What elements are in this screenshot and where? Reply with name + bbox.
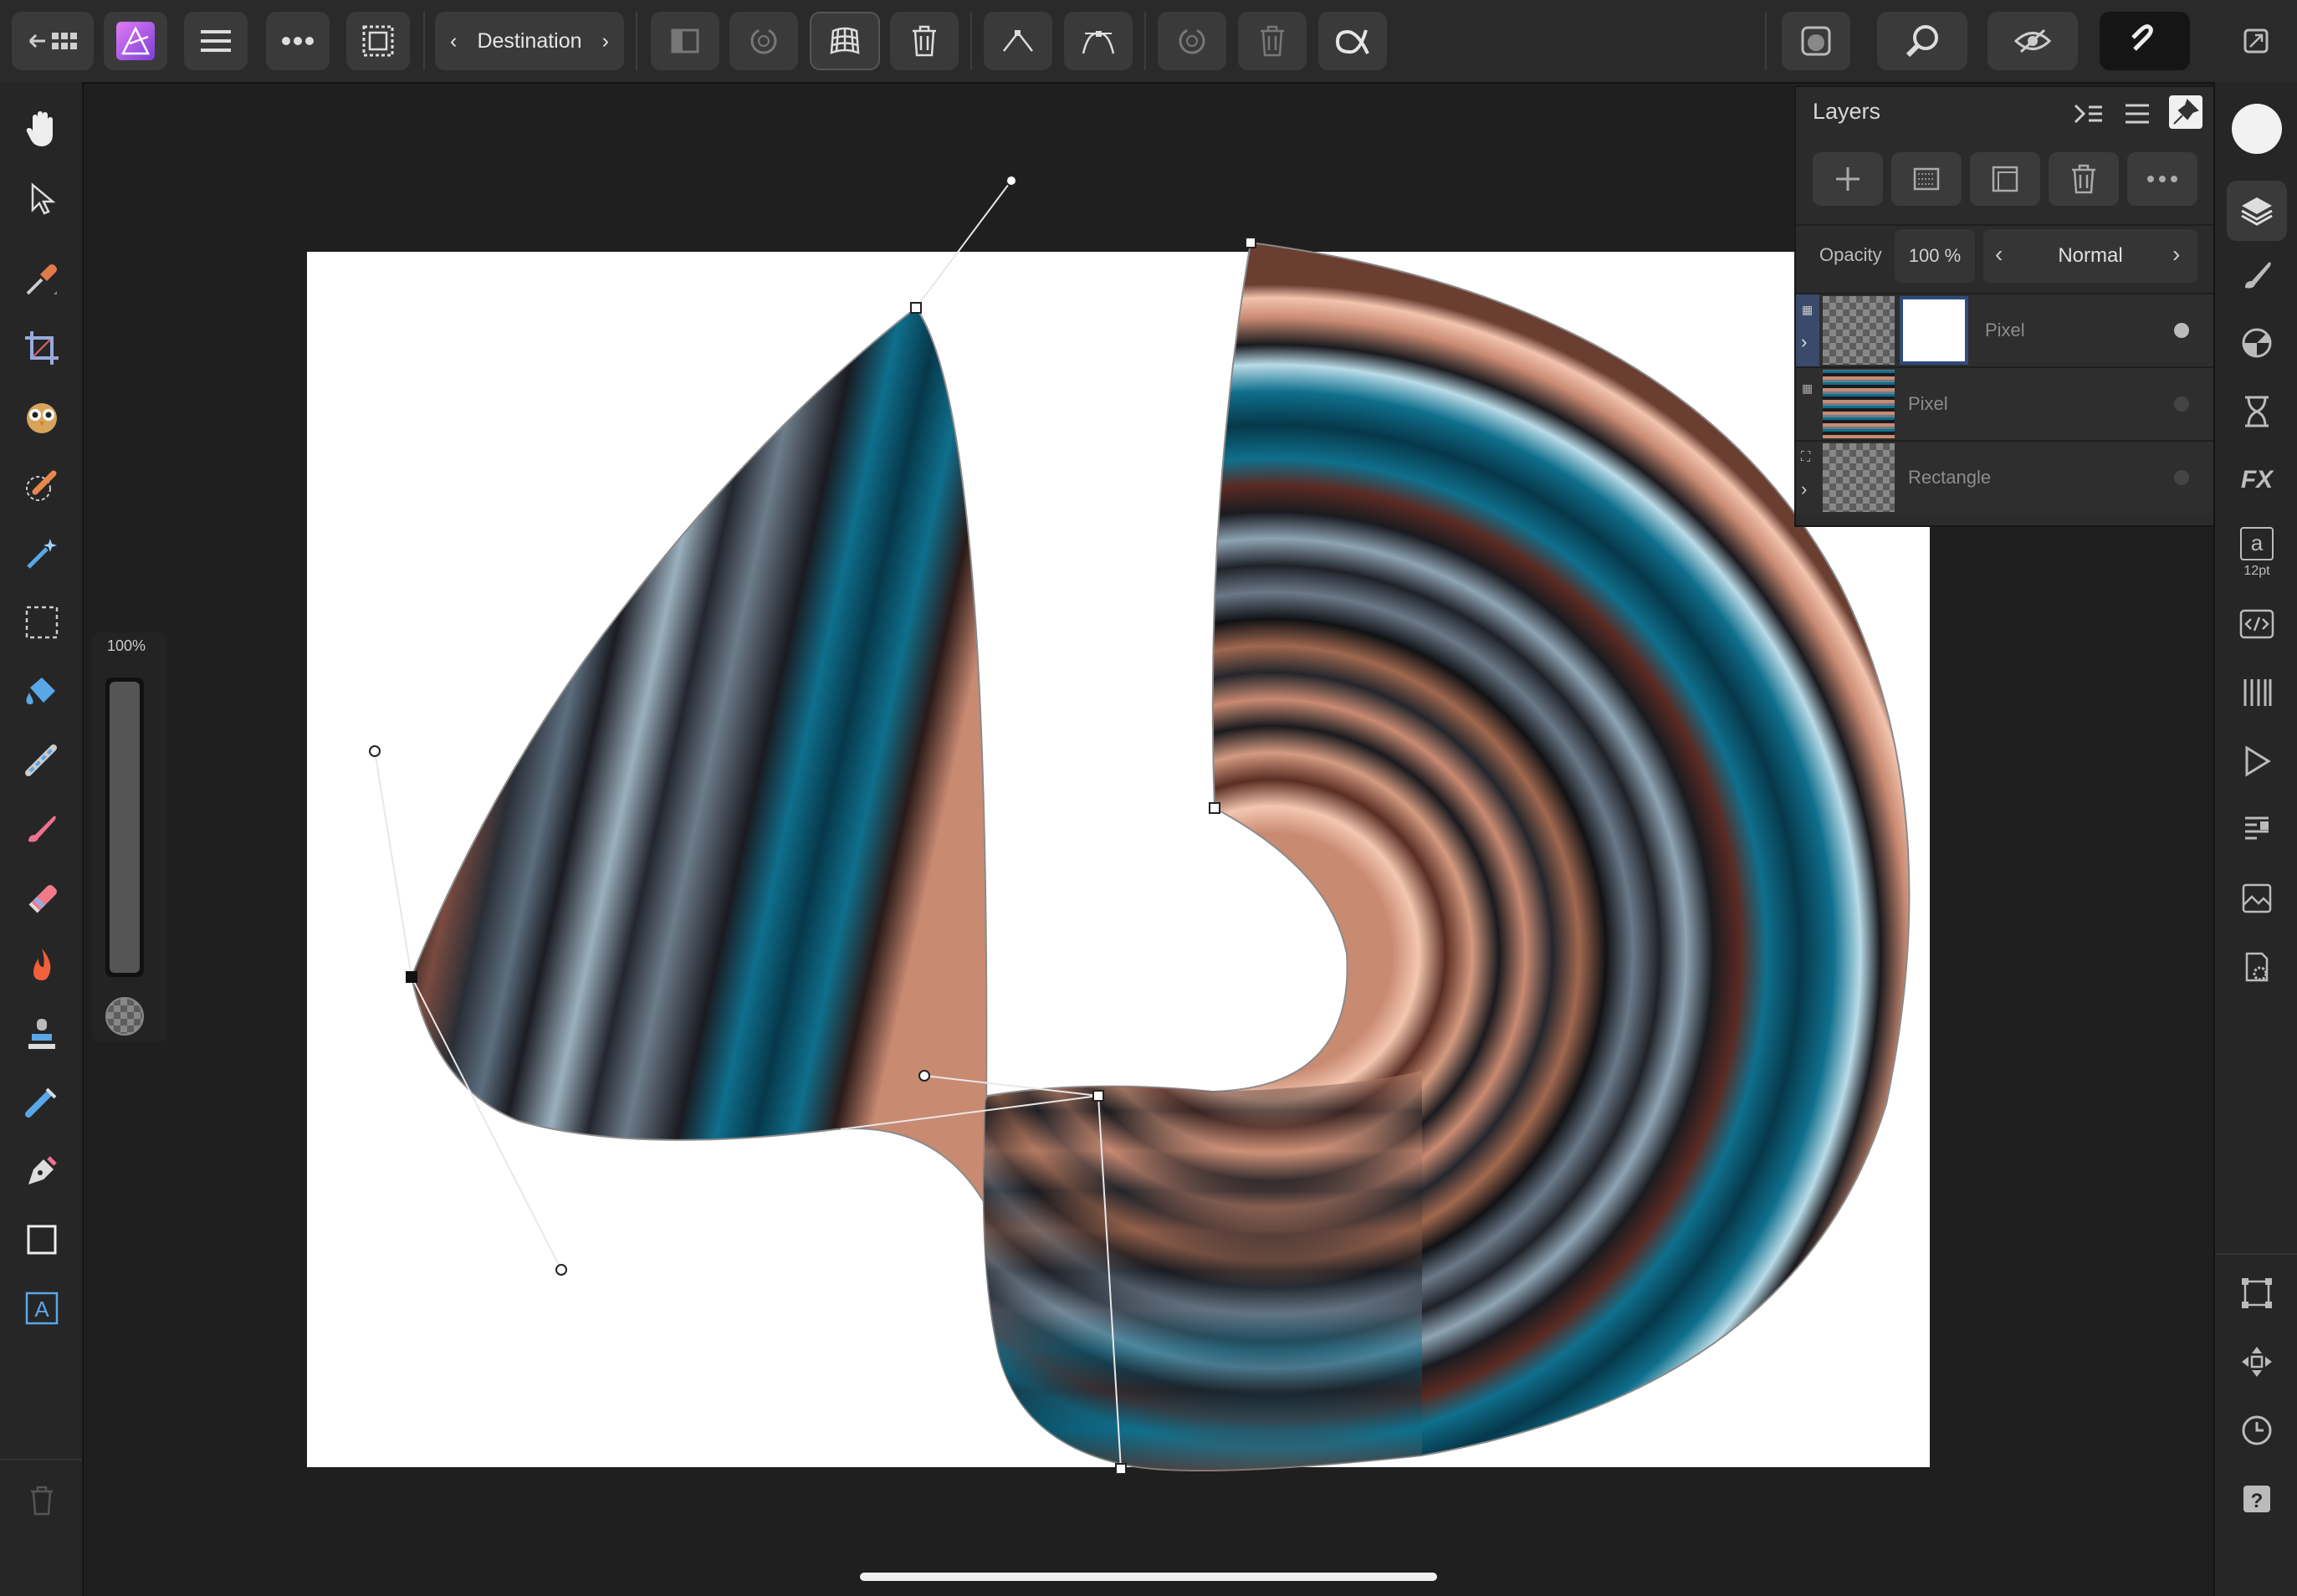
snippets-studio-button[interactable] [2232, 599, 2282, 649]
help-button[interactable]: ? [2232, 1474, 2282, 1524]
ellipsis-icon [2147, 176, 2177, 182]
layer-name: Rectangle [1908, 467, 1992, 488]
layer-name: Pixel [1908, 393, 1948, 414]
layers-studio-button[interactable] [2227, 181, 2287, 241]
expand-chevron-icon[interactable]: › [1801, 478, 1807, 500]
brushes-studio-button[interactable] [2232, 249, 2282, 299]
mesh-node[interactable] [1209, 802, 1220, 814]
layer-options-button[interactable] [2127, 152, 2197, 206]
mesh-node[interactable] [910, 302, 922, 314]
layer-thumbnail [1823, 443, 1895, 512]
navigator-studio-button[interactable] [2232, 805, 2282, 855]
layers-title: Layers [1813, 99, 1881, 124]
layer-mask-thumbnail [1900, 296, 1968, 365]
layer-name: Pixel [1985, 320, 2025, 340]
mesh-node[interactable] [1092, 1090, 1104, 1102]
settings-studio-button[interactable] [2232, 942, 2282, 992]
text-size-label: 12pt [2243, 564, 2270, 578]
mesh-node[interactable] [1115, 1463, 1127, 1475]
panel-collapse-icon [2074, 104, 2102, 124]
mesh-node[interactable] [1245, 237, 1256, 248]
transform-bounding-icon [2242, 1278, 2272, 1308]
visibility-toggle[interactable] [2174, 470, 2189, 485]
add-mask-button[interactable] [1891, 152, 1962, 206]
play-icon [2245, 745, 2271, 777]
text-glyph: a [2240, 527, 2274, 560]
stock-studio-button[interactable] [2232, 873, 2282, 923]
layer-thumbnail [1823, 370, 1895, 438]
layer-row[interactable]: ▦ Pixel [1796, 366, 2214, 440]
fx-studio-button[interactable]: FX [2232, 455, 2282, 505]
visibility-toggle[interactable] [2174, 323, 2189, 338]
image-stock-icon [2242, 883, 2272, 913]
group-icon [1992, 166, 2018, 192]
panel-menu-button[interactable] [2121, 97, 2154, 130]
layer-row[interactable]: ⛶ › Rectangle [1796, 440, 2214, 514]
text-studio-button[interactable]: a 12pt [2232, 522, 2282, 584]
visibility-toggle[interactable] [2174, 396, 2189, 412]
list-panel-icon [2245, 816, 2269, 840]
channels-studio-button[interactable] [2232, 668, 2282, 718]
blend-mode-selector[interactable]: ‹ Normal › [1983, 229, 2197, 283]
clock-history-icon [2242, 1415, 2272, 1445]
control-handle-point[interactable] [1005, 175, 1017, 187]
adjustments-studio-button[interactable] [2232, 318, 2282, 368]
layer-row[interactable]: ▦ › Pixel [1796, 293, 2214, 366]
history-clock-button[interactable] [2232, 1405, 2282, 1455]
hourglass-icon [2245, 396, 2269, 427]
primary-color-swatch [2232, 104, 2282, 154]
selected-mesh-node[interactable] [406, 971, 417, 983]
layers-panel: Layers Opacity 100 % ‹ Normal › ▦ › Pixe… [1794, 85, 2216, 527]
transform-studio-button[interactable] [2232, 1268, 2282, 1318]
mask-icon [1913, 167, 1940, 191]
channels-bars-icon [2243, 679, 2272, 706]
color-swatch-button[interactable] [2232, 104, 2282, 154]
layer-selected-marker: ▦ › [1796, 294, 1819, 366]
layer-thumbnail [1823, 296, 1895, 365]
pin-panel-button[interactable] [2169, 95, 2202, 129]
move-arrows-icon [2242, 1347, 2272, 1377]
expand-chevron-icon[interactable]: › [1801, 331, 1807, 353]
adjustments-dial-icon [2242, 328, 2272, 358]
layers-stack-icon [2241, 197, 2273, 226]
macro-studio-button[interactable] [2232, 736, 2282, 786]
control-handle-point[interactable] [918, 1070, 930, 1082]
opacity-label: Opacity [1819, 244, 1882, 265]
warped-bottom-band[interactable] [983, 1071, 1422, 1471]
pin-icon [2173, 99, 2199, 125]
studio-bar: FX a 12pt ? [2213, 82, 2297, 1596]
chevron-right-icon[interactable]: › [2172, 241, 2180, 268]
opacity-field[interactable]: 100 % [1895, 229, 1975, 283]
control-handle-point[interactable] [369, 745, 381, 757]
layer-lock-icon: ▦ [1802, 381, 1814, 395]
delete-layer-button[interactable] [2049, 152, 2119, 206]
trash-icon [2072, 164, 2095, 194]
list-menu-icon [2126, 104, 2149, 124]
gear-document-icon [2245, 952, 2269, 982]
history-studio-button[interactable] [2232, 386, 2282, 437]
home-indicator [860, 1573, 1437, 1581]
collapse-panel-button[interactable] [2072, 97, 2105, 130]
plus-icon [1836, 167, 1860, 191]
layer-type-icon: ⛶ [1801, 450, 1811, 464]
brush-studio-icon [2245, 262, 2271, 289]
control-handle-point[interactable] [555, 1264, 567, 1276]
add-layer-button[interactable] [1813, 152, 1883, 206]
group-layers-button[interactable] [1970, 152, 2040, 206]
help-question-icon: ? [2243, 1486, 2270, 1512]
svg-text:?: ? [2251, 1490, 2264, 1512]
blend-mode-label: Normal [2058, 244, 2123, 267]
layer-lock-icon: ▦ [1802, 303, 1814, 316]
warped-left-lobe[interactable] [410, 306, 988, 1208]
navigator-move-button[interactable] [2232, 1337, 2282, 1387]
code-snippet-icon [2239, 609, 2274, 639]
